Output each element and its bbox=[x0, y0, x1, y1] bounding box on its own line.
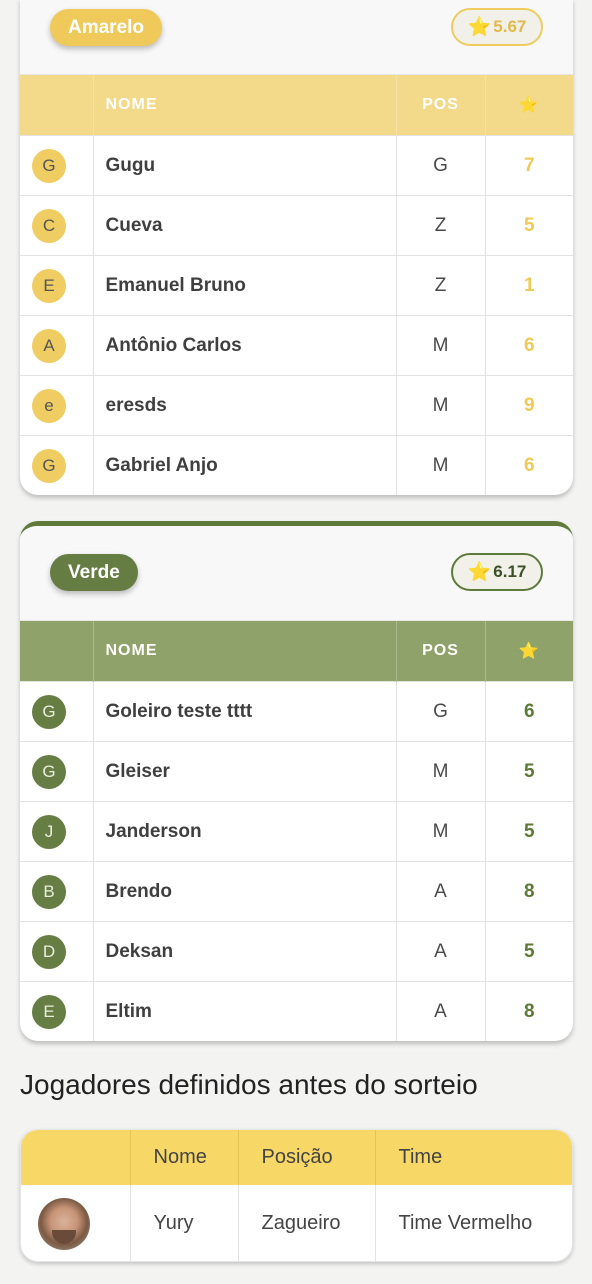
table-row[interactable]: G Gabriel Anjo M 6 bbox=[20, 435, 573, 495]
column-header-position[interactable]: POS bbox=[396, 75, 486, 136]
star-icon: ⭐ bbox=[467, 562, 492, 583]
team-name-badge: Verde bbox=[50, 554, 138, 591]
player-position: M bbox=[396, 801, 486, 862]
player-initial-avatar: J bbox=[32, 814, 66, 849]
player-initial-avatar: G bbox=[32, 148, 66, 183]
player-rating: 5 bbox=[485, 921, 573, 982]
column-header-rating[interactable]: ⭐ bbox=[485, 75, 573, 136]
player-initial-avatar: C bbox=[32, 208, 66, 243]
player-name: Gleiser bbox=[93, 741, 397, 802]
player-rating: 7 bbox=[485, 135, 573, 196]
player-name: eresds bbox=[93, 375, 397, 436]
star-icon: ⭐ bbox=[467, 17, 492, 38]
player-rating: 6 bbox=[485, 681, 573, 742]
player-initial-avatar: E bbox=[32, 268, 66, 303]
team-card-amarelo: Amarelo ⭐ 5.67 NOME POS ⭐ G Gugu G 7 C C… bbox=[20, 0, 573, 495]
team-score-pill: ⭐ 6.17 bbox=[451, 553, 543, 591]
player-position: A bbox=[396, 921, 486, 982]
column-header-name[interactable]: Nome bbox=[130, 1130, 239, 1185]
team-score-pill: ⭐ 5.67 bbox=[451, 8, 543, 46]
table-header-row: NOME POS ⭐ bbox=[20, 75, 573, 136]
team-card-header: Amarelo ⭐ 5.67 bbox=[20, 0, 573, 75]
player-position: A bbox=[396, 981, 486, 1041]
player-position: G bbox=[396, 681, 486, 742]
team-card-header: Verde ⭐ 6.17 bbox=[20, 526, 573, 621]
player-rating: 8 bbox=[485, 861, 573, 922]
player-position: Z bbox=[396, 255, 486, 316]
team-roster-table: NOME POS ⭐ G Goleiro teste tttt G 6 G Gl… bbox=[20, 621, 573, 1041]
player-position: M bbox=[396, 435, 486, 495]
column-header-name[interactable]: NOME bbox=[93, 75, 397, 136]
table-row[interactable]: G Goleiro teste tttt G 6 bbox=[20, 681, 573, 742]
player-position: A bbox=[396, 861, 486, 922]
team-score-value: 5.67 bbox=[493, 17, 527, 36]
player-initial-avatar: e bbox=[32, 388, 66, 423]
player-name: Antônio Carlos bbox=[93, 315, 397, 376]
player-position: G bbox=[396, 135, 486, 196]
user-photo-avatar bbox=[38, 1197, 90, 1250]
table-header-row: NOME POS ⭐ bbox=[20, 621, 573, 682]
predefined-players-card: Nome Posição Time Yury Zagueiro Time Ver… bbox=[20, 1129, 573, 1262]
table-row[interactable]: J Janderson M 5 bbox=[20, 801, 573, 862]
player-name: Gugu bbox=[93, 135, 397, 196]
player-name: Cueva bbox=[93, 195, 397, 256]
table-row[interactable]: E Emanuel Bruno Z 1 bbox=[20, 255, 573, 316]
player-name: Gabriel Anjo bbox=[93, 435, 397, 495]
player-rating: 8 bbox=[485, 981, 573, 1041]
player-initial-avatar: G bbox=[32, 448, 66, 483]
column-header-avatar bbox=[20, 75, 94, 136]
player-name: Goleiro teste tttt bbox=[93, 681, 397, 742]
player-name: Janderson bbox=[93, 801, 397, 862]
player-rating: 6 bbox=[485, 435, 573, 495]
table-row[interactable]: e eresds M 9 bbox=[20, 375, 573, 436]
team-roster-table: NOME POS ⭐ G Gugu G 7 C Cueva Z 5 E Eman… bbox=[20, 75, 573, 495]
player-team: Time Vermelho bbox=[398, 1212, 533, 1234]
team-name-badge: Amarelo bbox=[50, 9, 163, 46]
player-rating: 5 bbox=[485, 741, 573, 802]
player-position: M bbox=[396, 741, 486, 802]
player-initial-avatar: G bbox=[32, 694, 66, 729]
table-row[interactable]: A Antônio Carlos M 6 bbox=[20, 315, 573, 376]
player-name: Yury bbox=[130, 1185, 239, 1261]
column-header-avatar bbox=[20, 621, 94, 682]
player-initial-avatar: G bbox=[32, 754, 66, 789]
column-header-name[interactable]: NOME bbox=[93, 621, 397, 682]
player-rating: 9 bbox=[485, 375, 573, 436]
player-rating: 5 bbox=[485, 801, 573, 862]
player-initial-avatar: B bbox=[32, 874, 66, 909]
player-initial-avatar: A bbox=[32, 328, 66, 363]
player-name: Emanuel Bruno bbox=[93, 255, 397, 316]
column-header-team[interactable]: Time bbox=[375, 1130, 572, 1185]
team-score-value: 6.17 bbox=[493, 562, 527, 581]
table-row[interactable]: G Gleiser M 5 bbox=[20, 741, 573, 802]
table-row[interactable]: B Brendo A 8 bbox=[20, 861, 573, 922]
table-row[interactable]: C Cueva Z 5 bbox=[20, 195, 573, 256]
player-position: M bbox=[396, 375, 486, 436]
table-header-row: Nome Posição Time bbox=[21, 1130, 572, 1185]
predefined-players-table: Nome Posição Time Yury Zagueiro Time Ver… bbox=[21, 1130, 572, 1261]
player-rating: 6 bbox=[485, 315, 573, 376]
table-row[interactable]: D Deksan A 5 bbox=[20, 921, 573, 982]
table-row[interactable]: E Eltim A 8 bbox=[20, 981, 573, 1041]
column-header-rating[interactable]: ⭐ bbox=[485, 621, 573, 682]
table-row[interactable]: G Gugu G 7 bbox=[20, 135, 573, 196]
player-rating: 1 bbox=[485, 255, 573, 316]
predefined-players-title: Jogadores definidos antes do sorteio bbox=[20, 1069, 478, 1100]
player-position: Zagueiro bbox=[238, 1185, 376, 1261]
player-position: Z bbox=[396, 195, 486, 256]
player-initial-avatar: E bbox=[32, 994, 66, 1029]
player-name: Brendo bbox=[93, 861, 397, 922]
player-position: M bbox=[396, 315, 486, 376]
player-rating: 5 bbox=[485, 195, 573, 256]
star-icon: ⭐ bbox=[518, 97, 540, 114]
column-header-position[interactable]: POS bbox=[396, 621, 486, 682]
player-name: Eltim bbox=[93, 981, 397, 1041]
table-row[interactable]: Yury Zagueiro Time Vermelho bbox=[21, 1185, 572, 1261]
team-card-verde: Verde ⭐ 6.17 NOME POS ⭐ G Goleiro teste … bbox=[20, 521, 573, 1041]
column-header-photo bbox=[21, 1130, 131, 1185]
player-name: Deksan bbox=[93, 921, 397, 982]
player-initial-avatar: D bbox=[32, 934, 66, 969]
column-header-position[interactable]: Posição bbox=[238, 1130, 376, 1185]
star-icon: ⭐ bbox=[518, 643, 540, 660]
